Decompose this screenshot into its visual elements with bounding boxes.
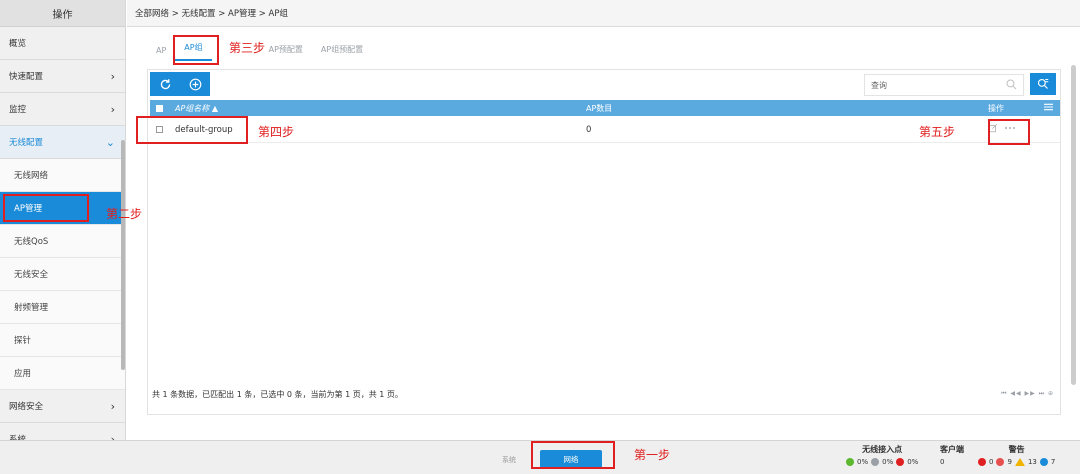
critical-alarm-icon[interactable] xyxy=(978,458,986,466)
offline-status-icon xyxy=(871,458,880,466)
add-icon[interactable] xyxy=(187,76,203,92)
major-alarm-count: 9 xyxy=(1007,458,1012,466)
table-toolbar xyxy=(150,72,210,96)
chevron-right-icon: › xyxy=(110,102,115,116)
fault-status-icon xyxy=(896,458,905,466)
sidebar-item-label: 监控 xyxy=(9,105,27,115)
search-icon xyxy=(1006,79,1017,92)
sidebar-item-quick-config[interactable]: 快速配置 › xyxy=(0,60,125,93)
sidebar-header: 操作 xyxy=(0,0,125,27)
sidebar-subitem-probe[interactable]: 探针 xyxy=(0,324,125,357)
ap-group-panel: 查询 AP组名称 ▲ AP数目 操作 default-group 0 共 1 条… xyxy=(147,69,1061,415)
annotation-step2: 第二步 xyxy=(106,207,143,221)
clients-title: 客户端 xyxy=(940,445,964,454)
tab-ap-preconfig[interactable]: AP预配置 xyxy=(260,44,312,61)
advanced-search-icon xyxy=(1037,78,1049,89)
annotation-step5: 第五步 xyxy=(919,125,956,139)
sidebar-item-overview[interactable]: 概览 xyxy=(0,27,125,60)
breadcrumb-text: 全部网络 > 无线配置 > AP管理 > AP组 xyxy=(135,9,288,19)
column-header-ap-count[interactable]: AP数目 xyxy=(586,103,988,114)
chevron-right-icon: › xyxy=(110,69,115,83)
annotation-box-step2 xyxy=(3,194,89,222)
column-header-operations: 操作 xyxy=(988,103,1004,113)
sidebar-subitem-wireless-network[interactable]: 无线网络 xyxy=(0,159,125,192)
fault-percent: 0% xyxy=(907,458,919,466)
chevron-right-icon: › xyxy=(110,399,115,413)
column-settings-icon[interactable] xyxy=(1038,103,1058,113)
table-header: AP组名称 ▲ AP数目 操作 xyxy=(150,100,1060,116)
annotation-step3: 第三步 xyxy=(229,41,266,55)
sidebar-item-label: 系统 xyxy=(9,435,27,440)
sidebar-subitem-wireless-security[interactable]: 无线安全 xyxy=(0,258,125,291)
advanced-search-button[interactable] xyxy=(1030,73,1056,95)
annotation-step4: 第四步 xyxy=(258,125,295,139)
sidebar-subitem-radio-management[interactable]: 射频管理 xyxy=(0,291,125,324)
search-input[interactable]: 查询 xyxy=(864,74,1024,96)
info-alarm-count: 7 xyxy=(1050,458,1056,466)
alarms-title: 警告 xyxy=(1008,445,1025,454)
search-placeholder: 查询 xyxy=(871,80,887,90)
sidebar-item-network-security[interactable]: 网络安全 › xyxy=(0,390,125,423)
wireless-ap-status: 无线接入点 0% 0% 0% xyxy=(846,444,918,466)
chevron-down-icon: ⌄ xyxy=(105,135,115,149)
sidebar-item-wireless-config[interactable]: 无线配置 ⌄ xyxy=(0,126,125,159)
table-summary: 共 1 条数据，已匹配出 1 条，已选中 0 条，当前为第 1 页，共 1 页。 xyxy=(152,390,403,399)
column-header-group-name[interactable]: AP组名称 ▲ xyxy=(175,103,586,114)
warning-alarm-count: 13 xyxy=(1027,458,1037,466)
sidebar-subitem-application[interactable]: 应用 xyxy=(0,357,125,390)
annotation-step1: 第一步 xyxy=(634,448,671,462)
sidebar-item-label: 无线配置 xyxy=(9,138,44,148)
sidebar-scrollbar[interactable] xyxy=(121,140,125,370)
sidebar-item-label: 网络安全 xyxy=(9,402,44,412)
chevron-right-icon: › xyxy=(110,432,115,441)
breadcrumb: 全部网络 > 无线配置 > AP管理 > AP组 xyxy=(127,0,1080,27)
warning-alarm-icon[interactable] xyxy=(1014,458,1025,466)
offline-percent: 0% xyxy=(882,458,894,466)
wireless-ap-title: 无线接入点 xyxy=(862,445,903,454)
main-scrollbar[interactable] xyxy=(1071,65,1076,385)
major-alarm-icon[interactable] xyxy=(996,458,1005,466)
select-all-checkbox[interactable] xyxy=(156,104,163,112)
online-percent: 0% xyxy=(857,458,869,466)
online-status-icon xyxy=(846,458,854,466)
alarms-status: 警告 0 9 13 7 xyxy=(978,444,1055,466)
sidebar-item-label: 概览 xyxy=(9,39,27,49)
annotation-box-step1 xyxy=(531,441,615,469)
pagination-controls[interactable]: ⏮ ◀◀ ▶▶ ⏭ ⊕ xyxy=(1001,390,1054,398)
sidebar-subitem-wireless-qos[interactable]: 无线QoS xyxy=(0,225,125,258)
tab-ap[interactable]: AP xyxy=(147,46,175,61)
tab-ap-group-preconfig[interactable]: AP组预配置 xyxy=(312,44,372,61)
refresh-icon[interactable] xyxy=(157,76,173,92)
clients-status: 客户端 0 xyxy=(940,444,964,466)
clients-count: 0 xyxy=(940,458,945,466)
sidebar-item-system[interactable]: 系统 › xyxy=(0,423,125,441)
main-content: AP AP组 AP预配置 AP组预配置 查询 AP组名称 ▲ AP数目 操作 d… xyxy=(127,27,1080,440)
annotation-box-step3 xyxy=(173,35,219,65)
annotation-box-step5 xyxy=(988,119,1030,145)
sidebar-item-monitor[interactable]: 监控 › xyxy=(0,93,125,126)
sidebar-item-label: 快速配置 xyxy=(9,72,44,82)
annotation-box-step4 xyxy=(136,116,248,144)
info-alarm-icon[interactable] xyxy=(1039,458,1048,466)
critical-alarm-count: 0 xyxy=(989,458,994,466)
